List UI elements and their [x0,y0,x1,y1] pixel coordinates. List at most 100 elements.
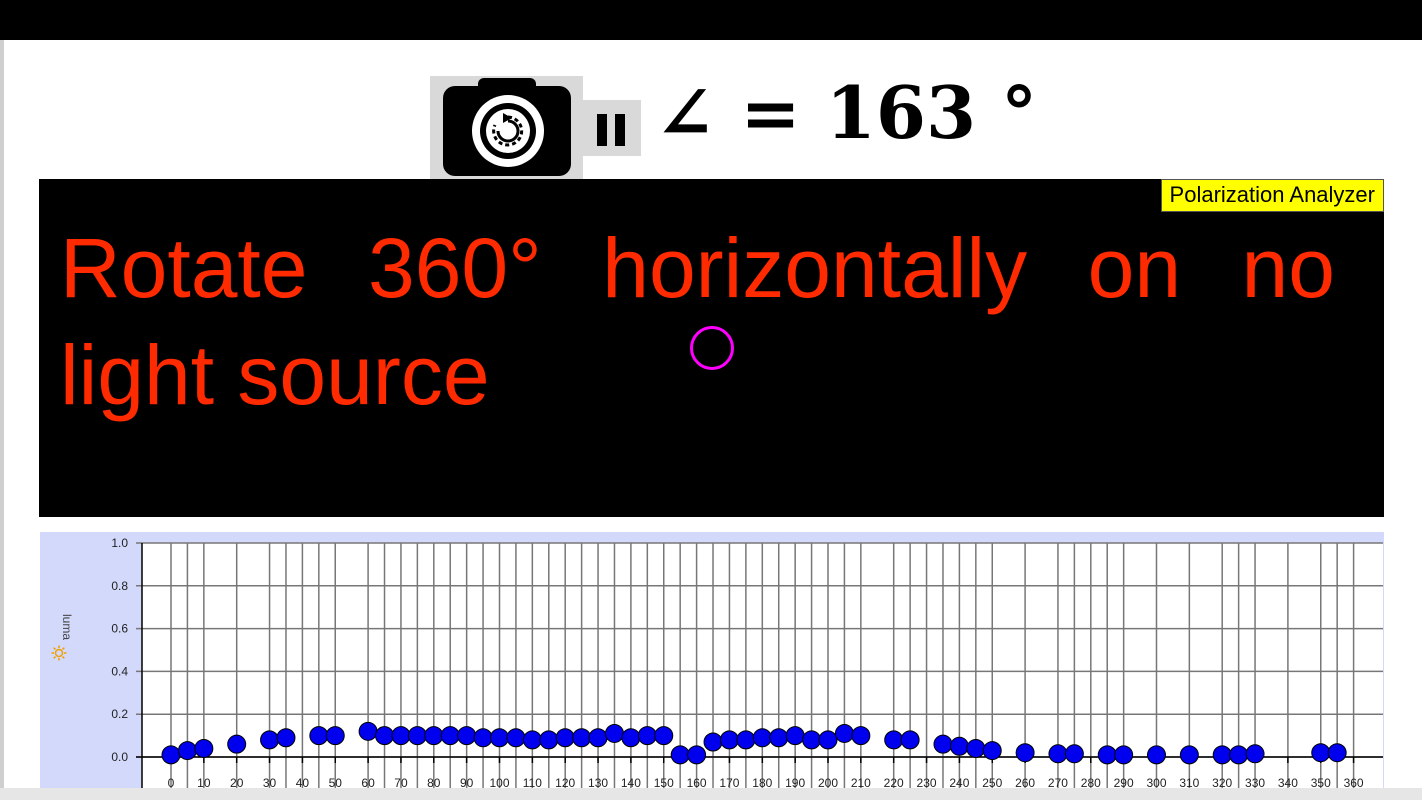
sun-icon-ray [53,656,56,659]
data-point [687,745,707,765]
data-point [884,730,904,750]
sun-icon [51,645,67,661]
data-point [604,723,624,743]
data-point [473,728,493,748]
instruction-text: Rotate 360° horizontally on no light sou… [60,221,1335,422]
data-point [966,738,986,758]
data-point [1048,744,1068,764]
data-point [309,726,329,746]
data-point [851,726,871,746]
y-tick-label: 1.0 [111,536,128,550]
y-tick-label: 0.6 [111,622,128,636]
x-tick-label: 310 [1179,776,1199,788]
data-point [1179,745,1199,765]
x-tick-label: 300 [1146,776,1166,788]
x-tick-label: 80 [427,776,441,788]
x-tick-label: 130 [588,776,608,788]
data-point [375,726,395,746]
data-point [654,726,674,746]
x-tick-label: 350 [1311,776,1331,788]
data-point [670,745,690,765]
x-tick-label: 0 [168,776,175,788]
data-point [982,741,1002,761]
x-tick-label: 250 [982,776,1002,788]
left-edge [0,40,4,800]
x-tick-label: 180 [752,776,772,788]
data-point [276,728,296,748]
x-tick-label: 210 [851,776,871,788]
data-point [325,726,345,746]
data-point [802,730,822,750]
x-tick-label: 220 [884,776,904,788]
x-tick-label: 100 [489,776,509,788]
data-point [457,726,477,746]
data-point [506,728,526,748]
data-point [1327,743,1347,763]
pause-icon-bar [615,114,625,146]
y-tick-label: 0.4 [111,664,128,678]
x-tick-label: 70 [394,776,408,788]
data-point [407,726,427,746]
data-point [1114,745,1134,765]
data-point [1311,743,1331,763]
data-point [818,730,838,750]
data-point [440,726,460,746]
x-tick-label: 230 [917,776,937,788]
x-tick-label: 30 [263,776,277,788]
data-point [424,726,444,746]
data-point [490,728,509,748]
x-tick-label: 340 [1278,776,1298,788]
x-tick-label: 170 [719,776,739,788]
sun-icon-ray [62,647,65,650]
pause-button-background[interactable] [583,100,641,156]
data-point [555,728,575,748]
data-point [588,728,608,748]
data-point [834,723,854,743]
x-tick-label: 260 [1015,776,1035,788]
x-tick-label: 60 [361,776,375,788]
y-axis-label: luma [60,614,74,640]
data-point [1097,745,1117,765]
pause-icon [597,114,607,146]
rotate-camera-icon [486,109,530,153]
data-point [572,728,592,748]
top-bar [0,0,1422,40]
data-point [785,726,805,746]
data-point [719,730,739,750]
luma-chart: 0.0 0.2 0.4 0.6 0.8 1.0 0 10 20 30 40 50 60 70 80 90 100… [40,532,1384,788]
data-point [900,730,920,750]
x-tick-label: 160 [687,776,707,788]
data-point [194,738,214,758]
x-tick-label: 290 [1114,776,1134,788]
x-tick-label: 270 [1048,776,1068,788]
x-tick-label: 360 [1344,776,1364,788]
data-point [161,745,181,765]
data-point [703,732,723,752]
sun-icon-core [54,648,64,658]
data-point [522,730,542,750]
bottom-edge [0,788,1422,800]
data-point [260,730,280,750]
y-tick-label: 0.0 [111,750,128,764]
x-tick-label: 320 [1212,776,1232,788]
data-point [1245,744,1265,764]
x-tick-label: 40 [296,776,310,788]
camera-view[interactable]: Polarization Analyzer Rotate 360° horizo… [39,179,1384,517]
data-point [391,726,411,746]
target-ring-icon [690,326,734,370]
x-tick-label: 110 [523,776,542,788]
x-tick-label: 120 [555,776,575,788]
x-tick-label: 150 [654,776,674,788]
x-tick-label: 330 [1245,776,1265,788]
y-tick-label: 0.2 [111,707,128,721]
polarization-analyzer-badge: Polarization Analyzer [1160,179,1384,212]
data-point [933,734,953,754]
x-tick-label: 20 [230,776,244,788]
data-point [769,728,789,748]
x-tick-label: 190 [785,776,805,788]
sun-icon-ray [53,647,56,650]
data-point [539,730,559,750]
data-point [1015,743,1035,763]
y-tick-label: 0.8 [111,579,128,593]
data-point [227,734,247,754]
